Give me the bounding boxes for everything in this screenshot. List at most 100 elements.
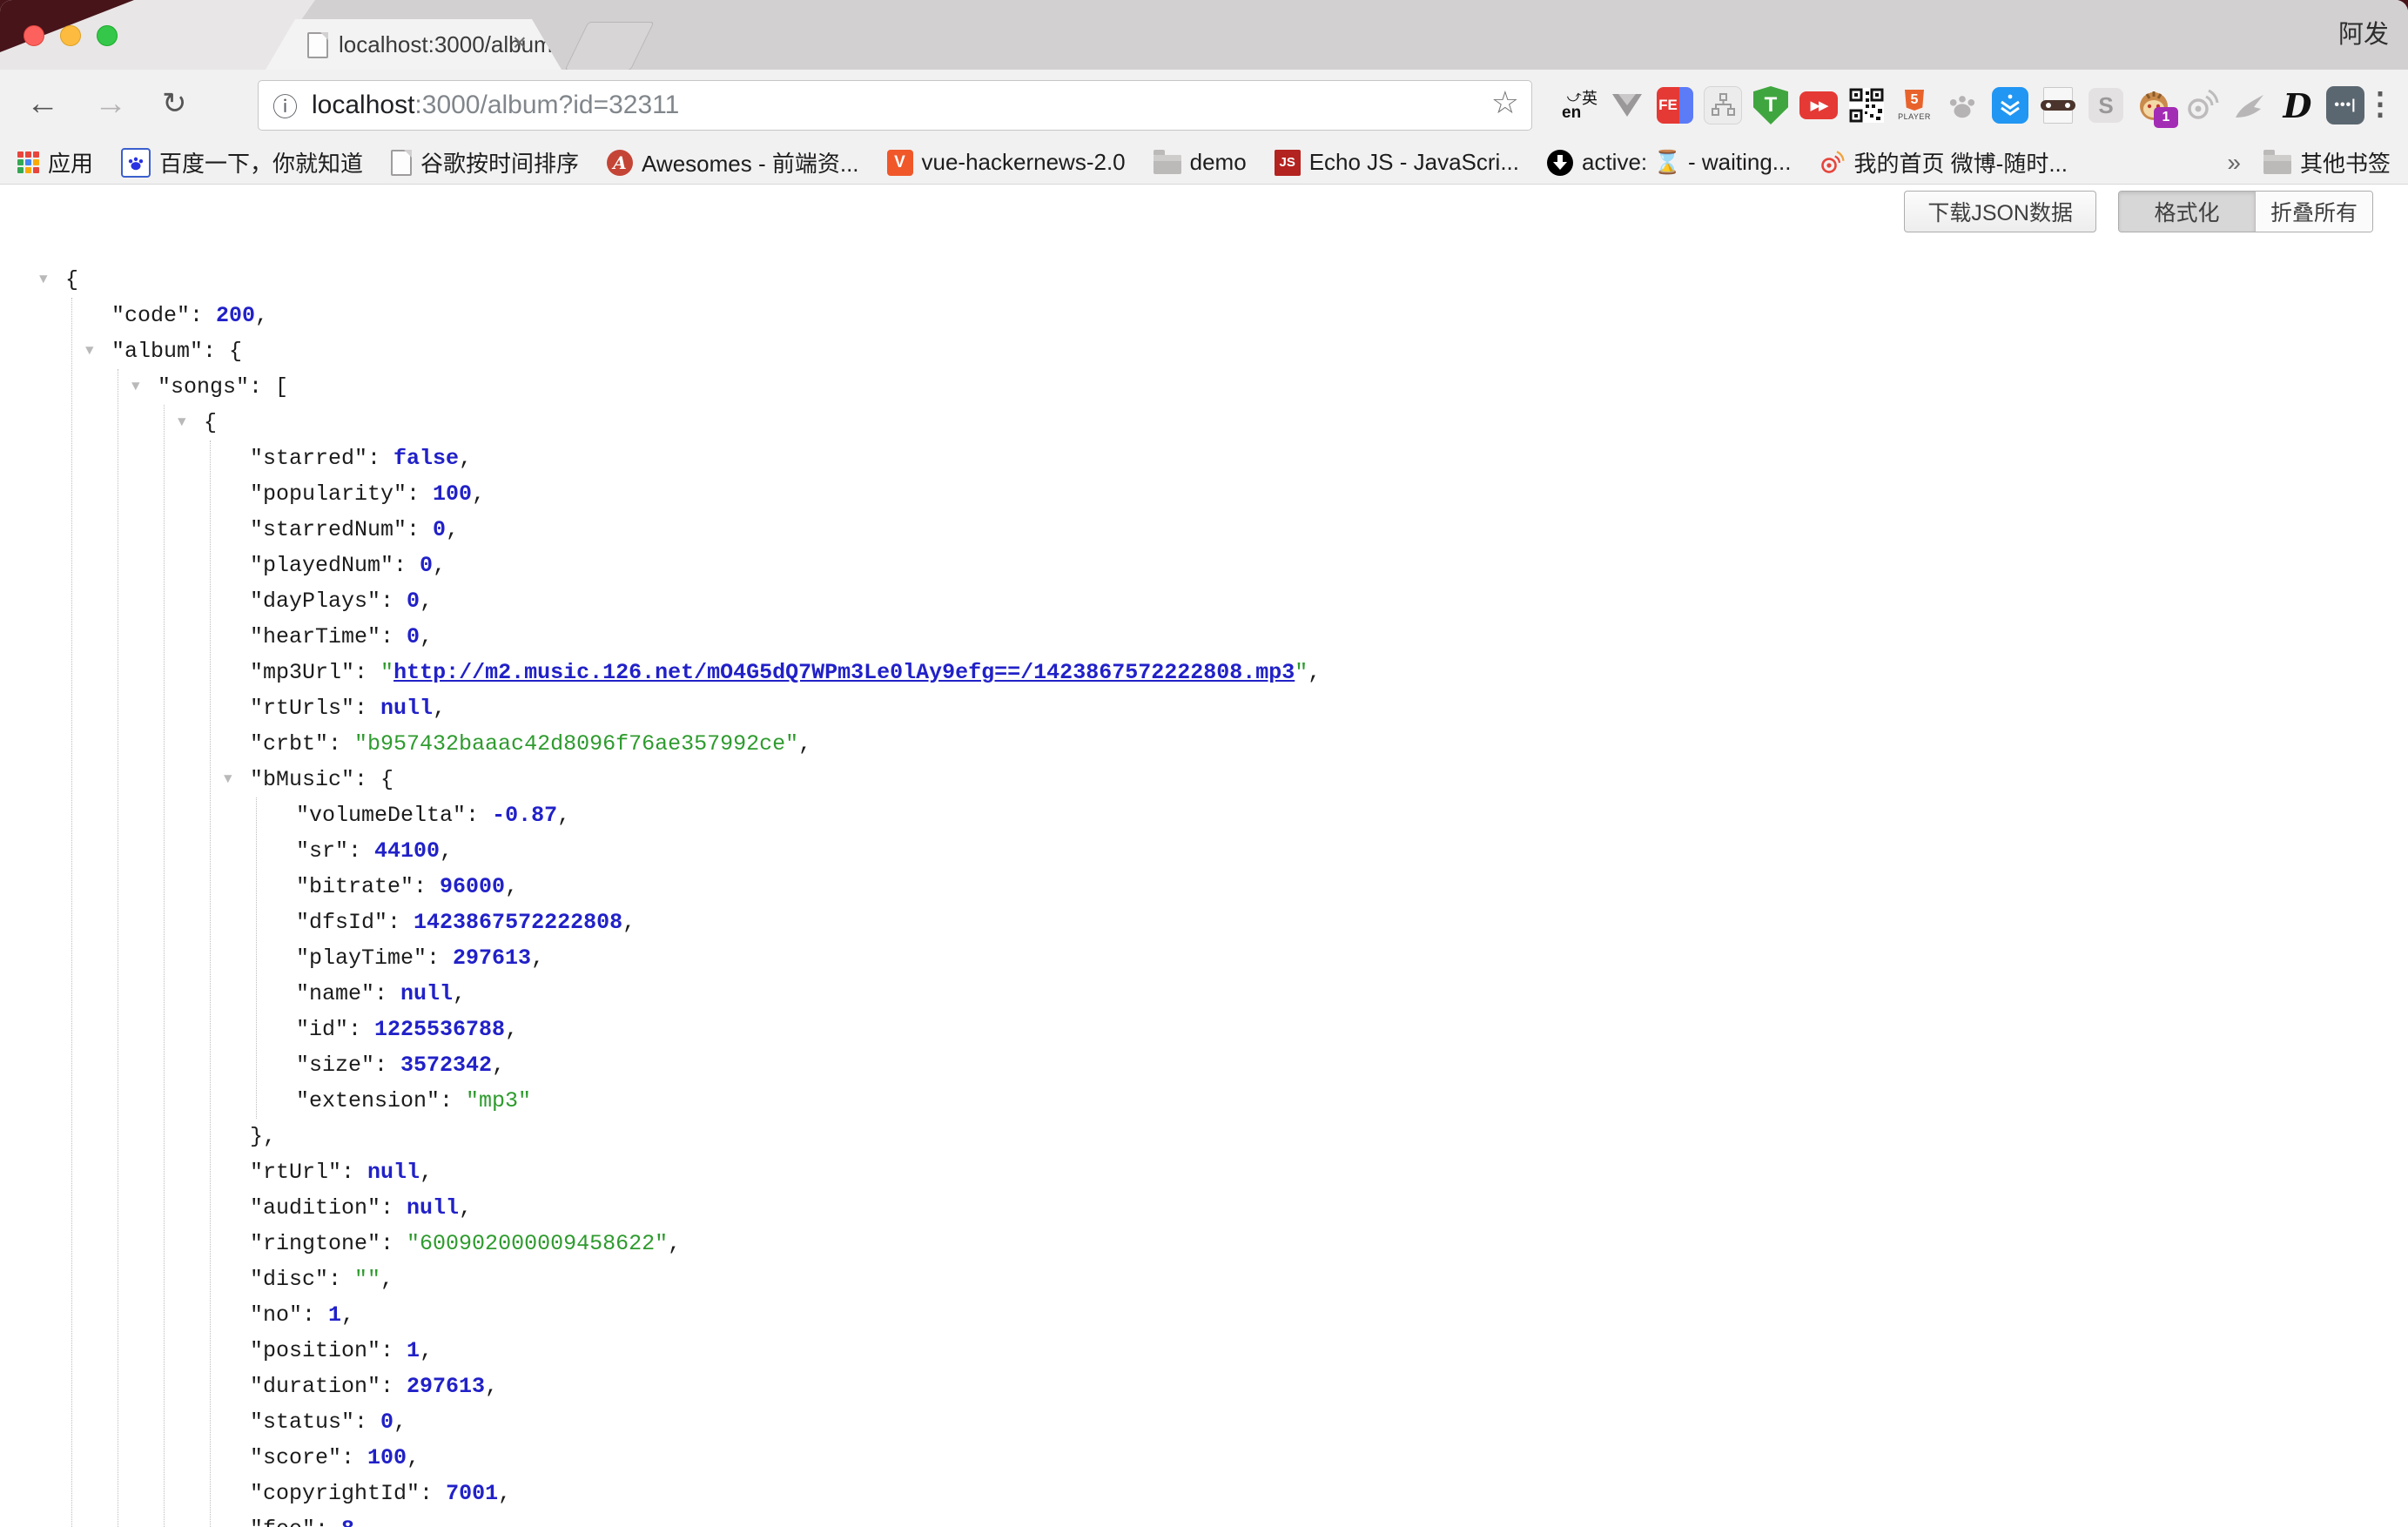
json-token-p: :	[420, 1481, 446, 1506]
json-token-p: ,	[433, 696, 446, 721]
json-token-k: "id"	[296, 1017, 348, 1042]
s-extension-icon[interactable]: S	[2087, 86, 2125, 124]
collapse-toggle-icon[interactable]: ▼	[224, 762, 232, 797]
browser-window: localhost:3000/album?id=323 × 阿发 ← → ↻ ⓘ…	[0, 0, 2408, 1527]
json-token-p: :	[393, 553, 420, 578]
bookmarks-overflow-icon[interactable]: »	[2227, 149, 2241, 177]
anonymous-mask-extension-icon[interactable]	[2039, 86, 2077, 124]
active-tab[interactable]: localhost:3000/album?id=323 ×	[266, 19, 562, 70]
bookmark-star-icon[interactable]: ☆	[1491, 84, 1519, 121]
html5-player-extension-icon[interactable]: 5 PLAYER	[1895, 86, 1934, 124]
fastforward-extension-icon[interactable]: ▶▶	[1799, 86, 1838, 124]
tab-close-icon[interactable]: ×	[513, 30, 527, 55]
collapse-toggle-icon[interactable]: ▼	[85, 333, 94, 369]
json-line: "ringtone": "600902000009458622",	[0, 1226, 2408, 1261]
bookmark-label: demo	[1190, 149, 1247, 176]
mp3-url-link[interactable]: http://m2.music.126.net/mO4G5dQ7WPm3Le0l…	[393, 660, 1295, 685]
bookmark-baidu[interactable]: 百度一下，你就知道	[121, 146, 363, 178]
collapse-toggle-icon[interactable]: ▼	[131, 369, 140, 405]
forward-button[interactable]: →	[94, 70, 127, 141]
apps-shortcut[interactable]: 应用	[17, 146, 93, 178]
json-token-p: },	[250, 1124, 276, 1149]
tree-guide-line	[164, 405, 165, 1527]
json-token-p: ,	[341, 1302, 354, 1328]
profile-name: 阿发	[2338, 0, 2389, 70]
vue-devtools-icon[interactable]	[1608, 86, 1646, 124]
json-line: ▼{	[0, 262, 2408, 298]
address-bar[interactable]: ⓘ localhost:3000/album?id=32311 ☆	[258, 80, 1532, 131]
json-token-p: :	[427, 945, 453, 971]
json-token-p: {	[65, 267, 78, 293]
json-token-k: "songs"	[158, 374, 249, 400]
bookmark-google-sorted[interactable]: 谷歌按时间排序	[391, 146, 579, 178]
shield-extension-icon[interactable]: T	[1752, 86, 1790, 124]
json-token-s: "mp3"	[466, 1088, 531, 1113]
json-token-k: "starred"	[250, 446, 367, 471]
page-content: 下载JSON数据 格式化 折叠所有 ▼{"code": 200,▼"album"…	[0, 185, 2408, 1527]
json-line: "popularity": 100,	[0, 476, 2408, 512]
fe-extension-icon[interactable]: FE	[1656, 86, 1694, 124]
json-line: "hearTime": 0,	[0, 619, 2408, 655]
json-token-p: :	[348, 838, 374, 864]
json-token-p: ,	[393, 1409, 407, 1435]
reload-button[interactable]: ↻	[162, 70, 187, 141]
json-token-k: "dfsId"	[296, 910, 387, 935]
bookmark-weibo-home[interactable]: 我的首页 微博-随时...	[1819, 146, 2068, 178]
json-token-k: "name"	[296, 981, 374, 1006]
json-token-p: :	[374, 1053, 400, 1078]
tampermonkey-extension-icon[interactable]: 1	[2135, 86, 2173, 124]
translate-extension-icon[interactable]: 英 ⤻ en	[1560, 86, 1598, 124]
qr-code-extension-icon[interactable]	[1847, 86, 1886, 124]
apps-grid-icon	[17, 151, 39, 173]
bookmark-echojs[interactable]: JS Echo JS - JavaScri...	[1275, 149, 1519, 176]
close-window-button[interactable]	[24, 25, 44, 46]
json-token-b: false	[393, 446, 459, 471]
sitemap-glyph	[1710, 92, 1736, 118]
json-token-n: 1225536788	[374, 1017, 505, 1042]
fe-right-panel	[1679, 87, 1693, 124]
json-token-p: :	[341, 1445, 367, 1470]
zoom-window-button[interactable]	[97, 25, 118, 46]
json-token-p: ,	[407, 1445, 420, 1470]
json-token-p: ,	[459, 1195, 472, 1221]
bookmark-awesomes[interactable]: A Awesomes - 前端资...	[607, 146, 858, 178]
json-token-p: ,	[622, 910, 636, 935]
json-token-p: :	[348, 1017, 374, 1042]
paw-extension-icon[interactable]	[1943, 86, 1981, 124]
collapse-toggle-icon[interactable]: ▼	[178, 405, 186, 441]
bookmark-active-waiting[interactable]: active: ⌛ - waiting...	[1547, 149, 1791, 176]
other-bookmarks[interactable]: 其他书签	[2263, 146, 2391, 178]
json-token-p: ,	[420, 624, 433, 649]
json-token-p: ,	[380, 1267, 393, 1292]
page-info-icon[interactable]: ⓘ	[272, 87, 298, 124]
browser-menu-icon[interactable]: ⋮	[2364, 70, 2396, 141]
json-token-k: "volumeDelta"	[296, 803, 466, 828]
collapse-toggle-icon[interactable]: ▼	[39, 262, 48, 298]
json-token-n: 0	[433, 517, 446, 542]
bookmark-vue-hackernews[interactable]: V vue-hackernews-2.0	[887, 149, 1126, 176]
json-token-p: :	[466, 803, 492, 828]
weibo-gray-extension-icon[interactable]	[2183, 86, 2221, 124]
hummingbird-extension-icon[interactable]	[2230, 86, 2269, 124]
json-line: "crbt": "b957432baaac42d8096f76ae357992c…	[0, 726, 2408, 762]
json-token-k: "disc"	[250, 1267, 328, 1292]
json-line: "score": 100,	[0, 1440, 2408, 1476]
json-token-p: ,	[1308, 660, 1321, 685]
json-token-k: "extension"	[296, 1088, 440, 1113]
d-script-extension-icon[interactable]: D	[2278, 86, 2317, 124]
json-token-k: "no"	[250, 1302, 302, 1328]
pocket-download-extension-icon[interactable]	[1991, 86, 2029, 124]
minimize-window-button[interactable]	[60, 25, 81, 46]
translate-cn-glyph: 英	[1582, 86, 1597, 109]
json-line: ▼{	[0, 405, 2408, 441]
json-token-p: ,	[492, 1053, 505, 1078]
password-manager-extension-icon[interactable]: •••|	[2326, 86, 2364, 124]
sitemap-extension-icon[interactable]	[1704, 86, 1742, 124]
new-tab-button[interactable]	[564, 22, 654, 71]
json-token-b: null	[400, 981, 453, 1006]
tree-guide-line	[210, 441, 211, 1527]
back-button[interactable]: ←	[26, 70, 59, 141]
baidu-paw-icon	[121, 148, 151, 178]
tampermonkey-badge: 1	[2154, 107, 2178, 128]
bookmark-demo-folder[interactable]: demo	[1154, 149, 1247, 176]
